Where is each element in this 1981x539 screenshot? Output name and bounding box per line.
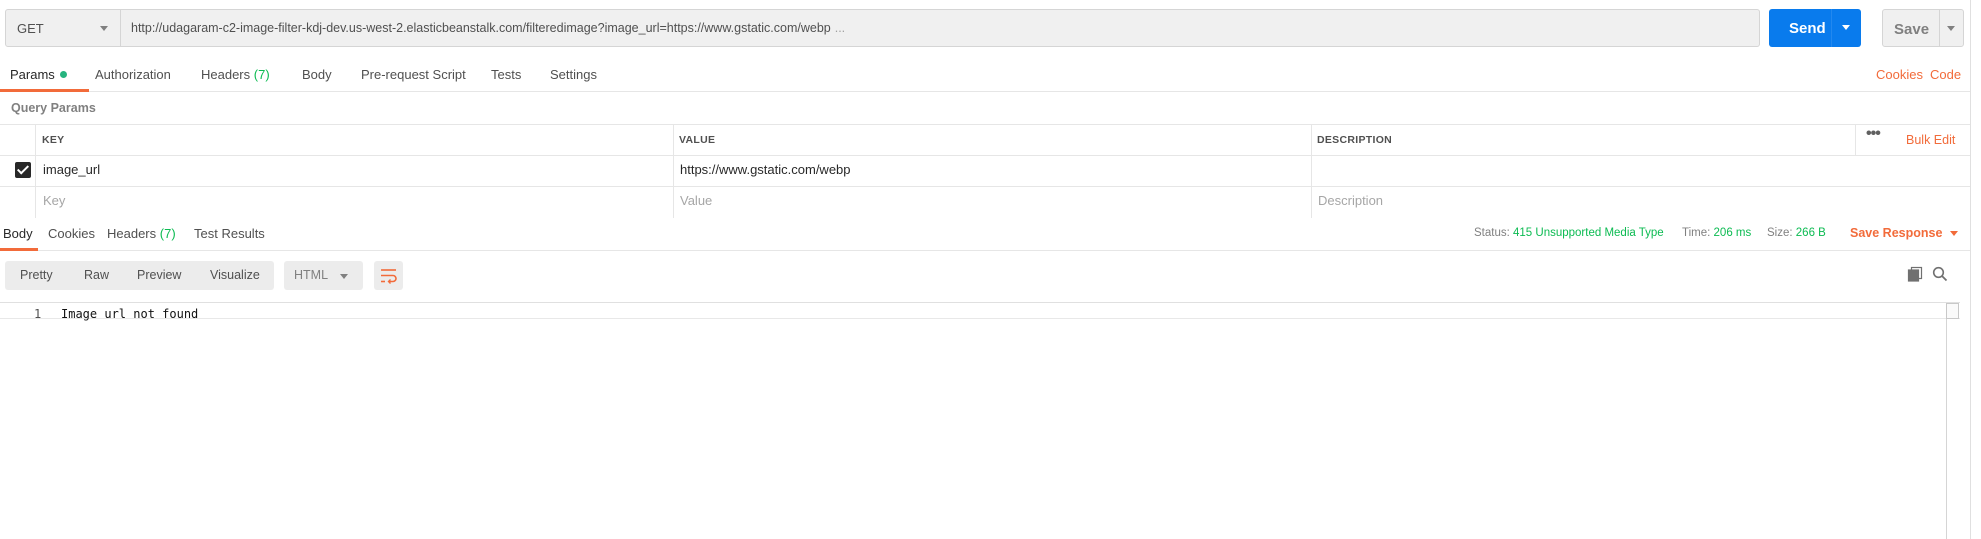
table-border [0, 155, 1970, 156]
url-text: http://udagaram-c2-image-filter-kdj-dev.… [131, 21, 846, 35]
view-raw-button[interactable]: Raw [84, 268, 109, 282]
wrap-lines-icon [381, 269, 397, 284]
table-border [0, 186, 1970, 187]
view-visualize-button[interactable]: Visualize [210, 268, 260, 282]
query-params-table: KEY VALUE DESCRIPTION image_url https://… [0, 124, 1970, 218]
param-enabled-checkbox[interactable] [15, 162, 31, 178]
column-divider [1311, 124, 1312, 218]
save-button[interactable]: Save [1882, 9, 1964, 47]
view-mode-selector: Pretty Raw Preview Visualize [5, 261, 274, 290]
send-divider [1831, 9, 1832, 47]
code-line: Image url not found [61, 307, 199, 321]
chevron-down-icon [100, 26, 108, 31]
send-button[interactable]: Send [1769, 9, 1861, 47]
response-tab-body[interactable]: Body [3, 226, 33, 241]
param-key-input[interactable]: image_url [43, 162, 100, 177]
chevron-down-icon [1950, 231, 1959, 236]
response-status: Status: 415 Unsupported Media Type [1474, 227, 1664, 239]
chevron-down-icon [340, 274, 348, 279]
bulk-edit-link[interactable]: Bulk Edit [1906, 133, 1955, 147]
format-select[interactable]: HTML [284, 261, 363, 290]
format-label: HTML [294, 268, 329, 282]
response-tabs: Body Cookies Headers (7) Test Results [0, 218, 1970, 251]
new-description-input[interactable]: Description [1318, 193, 1383, 208]
new-key-input[interactable]: Key [43, 193, 65, 208]
response-body-editor[interactable]: 1 Image url not found [0, 302, 1960, 539]
active-line-highlight [0, 303, 1960, 319]
response-tab-headers[interactable]: Headers (7) [107, 226, 176, 241]
window-edge [1970, 0, 1981, 539]
param-value-input[interactable]: https://www.gstatic.com/webp [680, 162, 851, 177]
active-tab-underline [0, 89, 89, 92]
response-size: Size: 266 B [1767, 227, 1826, 239]
search-icon[interactable] [1932, 266, 1948, 282]
column-header-value: VALUE [679, 134, 716, 146]
save-label: Save [1894, 21, 1930, 38]
column-header-description: DESCRIPTION [1317, 134, 1393, 146]
tab-headers[interactable]: Headers (7) [201, 56, 270, 92]
column-header-key: KEY [42, 134, 65, 146]
method-select[interactable]: GET [5, 9, 121, 47]
send-label: Send [1789, 20, 1826, 37]
view-preview-button[interactable]: Preview [137, 268, 181, 282]
tab-authorization[interactable]: Authorization [95, 56, 171, 92]
column-divider [1855, 124, 1856, 155]
column-divider [35, 124, 36, 218]
copy-icon[interactable] [1907, 266, 1923, 282]
response-time: Time: 206 ms [1682, 227, 1752, 239]
response-tab-test-results[interactable]: Test Results [194, 226, 265, 241]
cookies-link[interactable]: Cookies [1876, 67, 1923, 82]
query-params-title: Query Params [11, 101, 96, 115]
tab-params[interactable]: Params [0, 56, 89, 92]
wrap-lines-button[interactable] [374, 261, 403, 290]
params-indicator-dot-icon [59, 71, 67, 78]
tab-pre-request-script[interactable]: Pre-request Script [361, 56, 466, 92]
new-value-input[interactable]: Value [680, 193, 712, 208]
line-number: 1 [34, 307, 42, 321]
code-link[interactable]: Code [1930, 67, 1961, 82]
vertical-scrollbar[interactable] [1946, 303, 1959, 539]
tab-body[interactable]: Body [302, 56, 332, 92]
tab-tests[interactable]: Tests [491, 56, 521, 92]
send-options-chevron-icon[interactable] [1842, 25, 1850, 30]
url-input[interactable]: http://udagaram-c2-image-filter-kdj-dev.… [121, 9, 1760, 47]
tab-settings[interactable]: Settings [550, 56, 597, 92]
more-options-icon[interactable]: ••• [1866, 125, 1881, 143]
request-tabs: Params Authorization Headers (7) Body Pr… [0, 56, 1970, 92]
table-border [0, 124, 1970, 125]
column-divider [673, 124, 674, 218]
active-tab-underline [0, 248, 38, 251]
response-tab-cookies[interactable]: Cookies [48, 226, 95, 241]
save-divider [1939, 10, 1940, 46]
request-bar: GET http://udagaram-c2-image-filter-kdj-… [0, 0, 1981, 56]
save-options-chevron-icon[interactable] [1947, 26, 1955, 31]
method-label: GET [17, 21, 44, 36]
scrollbar-thumb[interactable] [1946, 303, 1959, 319]
view-pretty-button[interactable]: Pretty [20, 268, 53, 282]
save-response-button[interactable]: Save Response [1850, 226, 1959, 240]
